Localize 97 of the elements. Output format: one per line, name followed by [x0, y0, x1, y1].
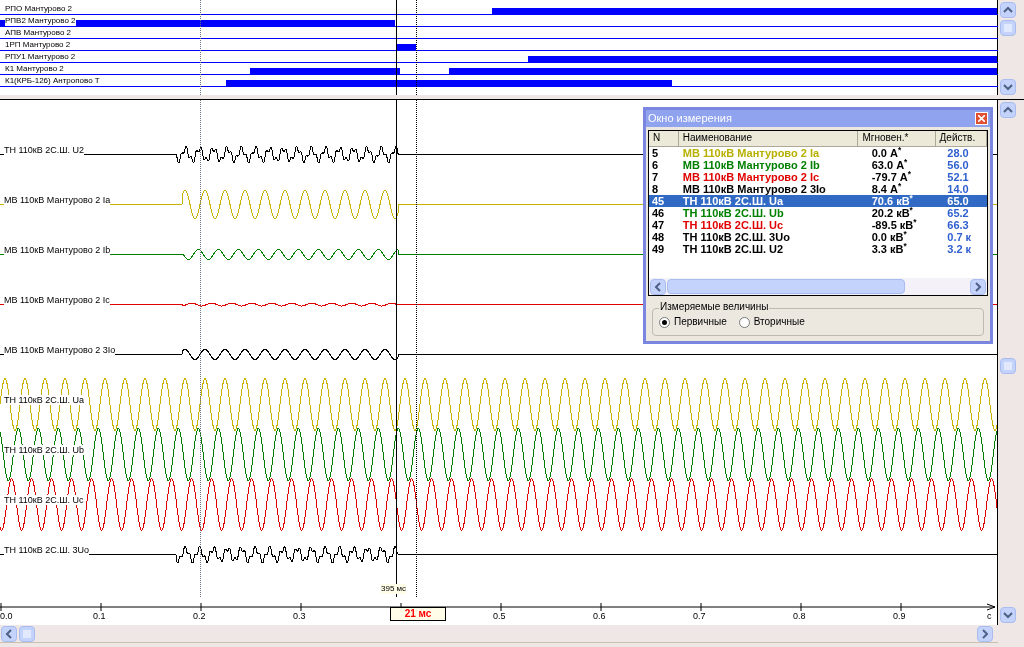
scroll-right-button[interactable] — [977, 625, 993, 642]
tick-label: 0.8 — [793, 611, 806, 622]
table-cell-text: МВ 110кВ Мантурово 2 3Io — [681, 183, 827, 195]
channel-label: К1(КРБ-126) Антропово Т — [5, 76, 100, 86]
table-cell-text: МВ 110кВ Мантурово 2 Ia — [681, 147, 821, 159]
scroll-up-button[interactable] — [1000, 102, 1016, 118]
axis-unit: c — [987, 611, 992, 622]
table-cell-text: ТН 110кВ 2С.Ш. 3Uo — [681, 231, 791, 243]
tick-label: 0.7 — [693, 611, 706, 622]
channel-label: РПВ2 Мантурово 2 — [5, 16, 76, 26]
cursor-delta-label: 21 мс — [390, 607, 446, 621]
table-cell-text: 66.3 — [946, 219, 970, 231]
channel-label: ТН 110кВ 2С.Ш. 3Uo — [4, 545, 90, 555]
table-cell-text: 65.0 — [946, 195, 970, 207]
table-cell-text: 5 — [651, 147, 660, 159]
scroll-thumb[interactable] — [19, 625, 35, 642]
table-row[interactable]: 5 МВ 110кВ Мантурово 2 Ia 0.0 А$^{*}$ 28.0 — [649, 147, 987, 159]
table-cell-text: 7 — [651, 171, 660, 183]
table-cell-text: 6 — [651, 159, 660, 171]
channel-label: К1 Мантурово 2 — [5, 64, 64, 74]
table-cell-text: -89.5 кВ$^{*}$ — [870, 219, 918, 231]
table-row[interactable]: 45 ТН 110кВ 2С.Ш. Ua 70.6 кВ$^{*}$ 65.0 — [649, 195, 987, 207]
radio-option[interactable]: Вторичные — [738, 316, 805, 328]
table-cell-text: 8.4 А$^{*}$ — [870, 183, 903, 195]
close-button[interactable] — [975, 112, 988, 125]
radio-button[interactable] — [738, 316, 750, 328]
scroll-right-button[interactable] — [970, 278, 986, 295]
channel-label: РПУ1 Мантурово 2 — [5, 52, 76, 62]
table-cell-text: 52.1 — [946, 171, 970, 183]
table-cell-text: 47 — [651, 219, 666, 231]
table-cell-text: ТН 110кВ 2С.Ш. Ua — [681, 195, 785, 207]
table-cell-text: 49 — [651, 243, 666, 255]
column-header[interactable]: Наименование — [678, 131, 859, 146]
channel-label: ТН 110кВ 2С.Ш. Ub — [4, 445, 85, 455]
channel-label: МВ 110кВ Мантурово 2 Ic — [4, 295, 110, 305]
channel-label: МВ 110кВ Мантурово 2 3Io — [4, 345, 116, 355]
tick-label: 0.9 — [893, 611, 906, 622]
group-title: Измеряемые величины — [659, 301, 770, 313]
scroll-left-button[interactable] — [1, 625, 17, 642]
channel-label: ТН 110кВ 2С.Ш. Uc — [4, 495, 84, 505]
table-row[interactable]: 48 ТН 110кВ 2С.Ш. 3Uo 0.0 кВ$^{*}$ 0.7 к — [649, 231, 987, 243]
table-cell-text: 3.3 кВ$^{*}$ — [870, 243, 908, 255]
tick-label: 0.0 — [0, 611, 13, 622]
scroll-thumb[interactable] — [667, 279, 905, 294]
table-cell-text: 63.0 А$^{*}$ — [870, 159, 908, 171]
table-cell-text: ТН 110кВ 2С.Ш. Uc — [681, 219, 785, 231]
table-cell-text: 0.7 к — [946, 231, 973, 243]
table-cell-text: ТН 110кВ 2С.Ш. U2 — [681, 243, 785, 255]
radio-option[interactable]: Первичные — [659, 316, 727, 328]
table-cell-text: 48 — [651, 231, 666, 243]
table-cell-text: 28.0 — [946, 147, 970, 159]
column-header[interactable]: Действ. — [935, 131, 987, 146]
table-cell-text: 65.2 — [946, 207, 970, 219]
channel-label: ТН 110кВ 2С.Ш. U2 — [4, 145, 85, 155]
table-cell-text: 70.6 кВ$^{*}$ — [870, 195, 914, 207]
table-row[interactable]: 46 ТН 110кВ 2С.Ш. Ub 20.2 кВ$^{*}$ 65.2 — [649, 207, 987, 219]
table-row[interactable]: 47 ТН 110кВ 2С.Ш. Uc -89.5 кВ$^{*}$ 66.3 — [649, 219, 987, 231]
table-cell-text: 46 — [651, 207, 666, 219]
table-cell-text: МВ 110кВ Мантурово 2 Ic — [681, 171, 821, 183]
channel-label: ТН 110кВ 2С.Ш. Ua — [4, 395, 85, 405]
scroll-down-button[interactable] — [1000, 607, 1016, 623]
tick-label: 0.3 — [293, 611, 306, 622]
channel-label: МВ 110кВ Мантурово 2 Ia — [4, 195, 111, 205]
scroll-down-button[interactable] — [1000, 79, 1016, 95]
column-header[interactable]: N — [649, 131, 679, 146]
table-row[interactable]: 8 МВ 110кВ Мантурово 2 3Io 8.4 А$^{*}$ 14.0 — [649, 183, 987, 195]
table-cell-text: ТН 110кВ 2С.Ш. Ub — [681, 207, 785, 219]
table-cell-text: 20.2 кВ$^{*}$ — [870, 207, 914, 219]
channel-label: РПО Мантурово 2 — [5, 4, 72, 14]
scroll-up-button[interactable] — [1000, 2, 1016, 18]
table-cell-text: -79.7 А$^{*}$ — [870, 171, 912, 183]
channel-label: 1РП Мантурово 2 — [5, 40, 71, 50]
cursor-time-label: 395 мс — [381, 584, 407, 594]
table-row[interactable]: 49 ТН 110кВ 2С.Ш. U2 3.3 кВ$^{*}$ 3.2 к — [649, 243, 987, 255]
scroll-left-button[interactable] — [650, 278, 666, 295]
table-row[interactable]: 6 МВ 110кВ Мантурово 2 Ib 63.0 А$^{*}$ 56.0 — [649, 159, 987, 171]
channel-label: АПВ Мантурово 2 — [5, 28, 72, 38]
table-cell-text: 0.0 А$^{*}$ — [870, 147, 903, 159]
table-cell-text: 8 — [651, 183, 660, 195]
table-cell-text: 14.0 — [946, 183, 970, 195]
window-title: Окно измерения — [648, 112, 732, 125]
table-cell-text: 45 — [651, 195, 666, 207]
tick-label: 0.6 — [593, 611, 606, 622]
scroll-thumb[interactable] — [1000, 358, 1016, 374]
tick-label: 0.5 — [493, 611, 506, 622]
column-header[interactable]: Мгновен.* — [858, 131, 936, 146]
table-cell-text: 56.0 — [946, 159, 970, 171]
tick-label: 0.2 — [193, 611, 206, 622]
table-row[interactable]: 7 МВ 110кВ Мантурово 2 Ic -79.7 А$^{*}$ 52.1 — [649, 171, 987, 183]
table-cell-text: 0.0 кВ$^{*}$ — [870, 231, 908, 243]
tick-label: 0.1 — [93, 611, 106, 622]
radio-button[interactable] — [659, 316, 670, 328]
scroll-thumb[interactable] — [1000, 20, 1016, 36]
close-icon — [978, 115, 985, 122]
table-cell-text: 3.2 к — [946, 243, 973, 255]
table-cell-text: МВ 110кВ Мантурово 2 Ib — [681, 159, 821, 171]
channel-label: МВ 110кВ Мантурово 2 Ib — [4, 245, 111, 255]
